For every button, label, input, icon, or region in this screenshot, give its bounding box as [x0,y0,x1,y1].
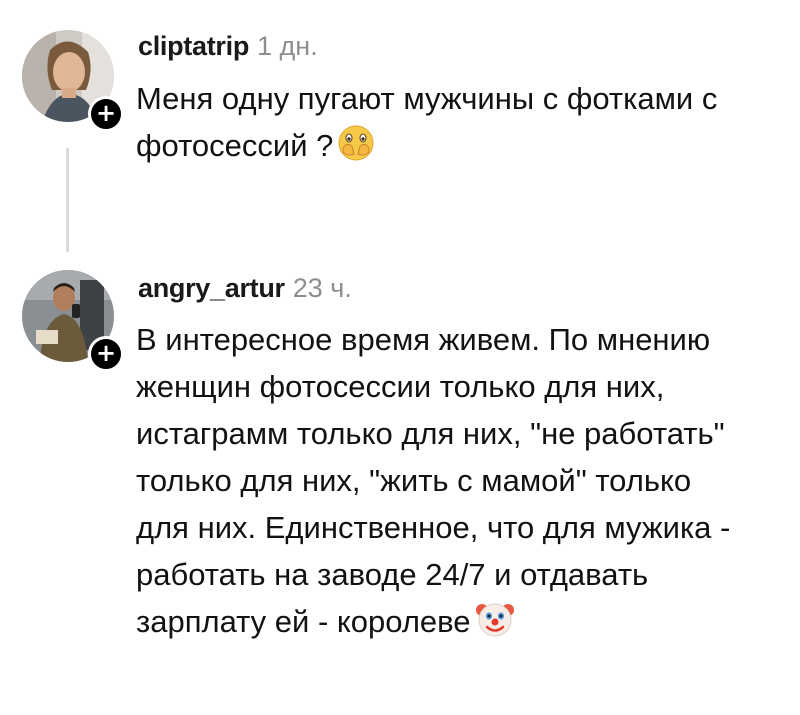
comment-line: для них. Единственное, что для мужика - [136,510,731,545]
comment-item: + angry_artur 23 ч. В интересное время жи… [0,260,800,660]
avatar[interactable]: + [22,30,124,132]
comment-line: Меня одну пугают мужчины с фотками с [136,81,718,116]
timestamp: 23 ч. [292,273,352,303]
comment-text: Меня одну пугают мужчины с фотками с фот… [136,75,776,175]
comment-line: В интересное время живем. По мнению [136,322,711,357]
comment-item: + cliptatrip 1 дн. Меня одну пугают мужчи… [0,0,800,260]
comment-line: истаграмм только для них, "не работать" [136,416,725,451]
comment-line: зарплату ей - королеве [136,604,471,639]
comment-line: только для них, "жить с мамой" только [136,463,692,498]
comment-meta: angry_artur 23 ч. [138,272,352,304]
comment-line: фотосессий ? [136,128,334,163]
comment-line-with-emoji: зарплату ей - королеве [136,598,776,651]
username-link[interactable]: angry_artur [138,273,285,303]
follow-plus-icon[interactable]: + [88,336,124,372]
comment-text: В интересное время живем. По мнению женщ… [136,316,776,651]
timestamp: 1 дн. [257,31,318,61]
face-with-hand-over-mouth-emoji-icon [337,124,375,175]
thread-line [66,148,69,252]
clown-face-emoji-icon [475,600,515,651]
avatar[interactable]: + [22,270,124,372]
username-link[interactable]: cliptatrip [138,31,249,61]
comment-line-with-emoji: фотосессий ? [136,122,776,175]
comment-line: работать на заводе 24/7 и отдавать [136,557,649,592]
comment-line: женщин фотосессии только для них, [136,369,665,404]
comment-meta: cliptatrip 1 дн. [138,30,318,62]
follow-plus-icon[interactable]: + [88,96,124,132]
